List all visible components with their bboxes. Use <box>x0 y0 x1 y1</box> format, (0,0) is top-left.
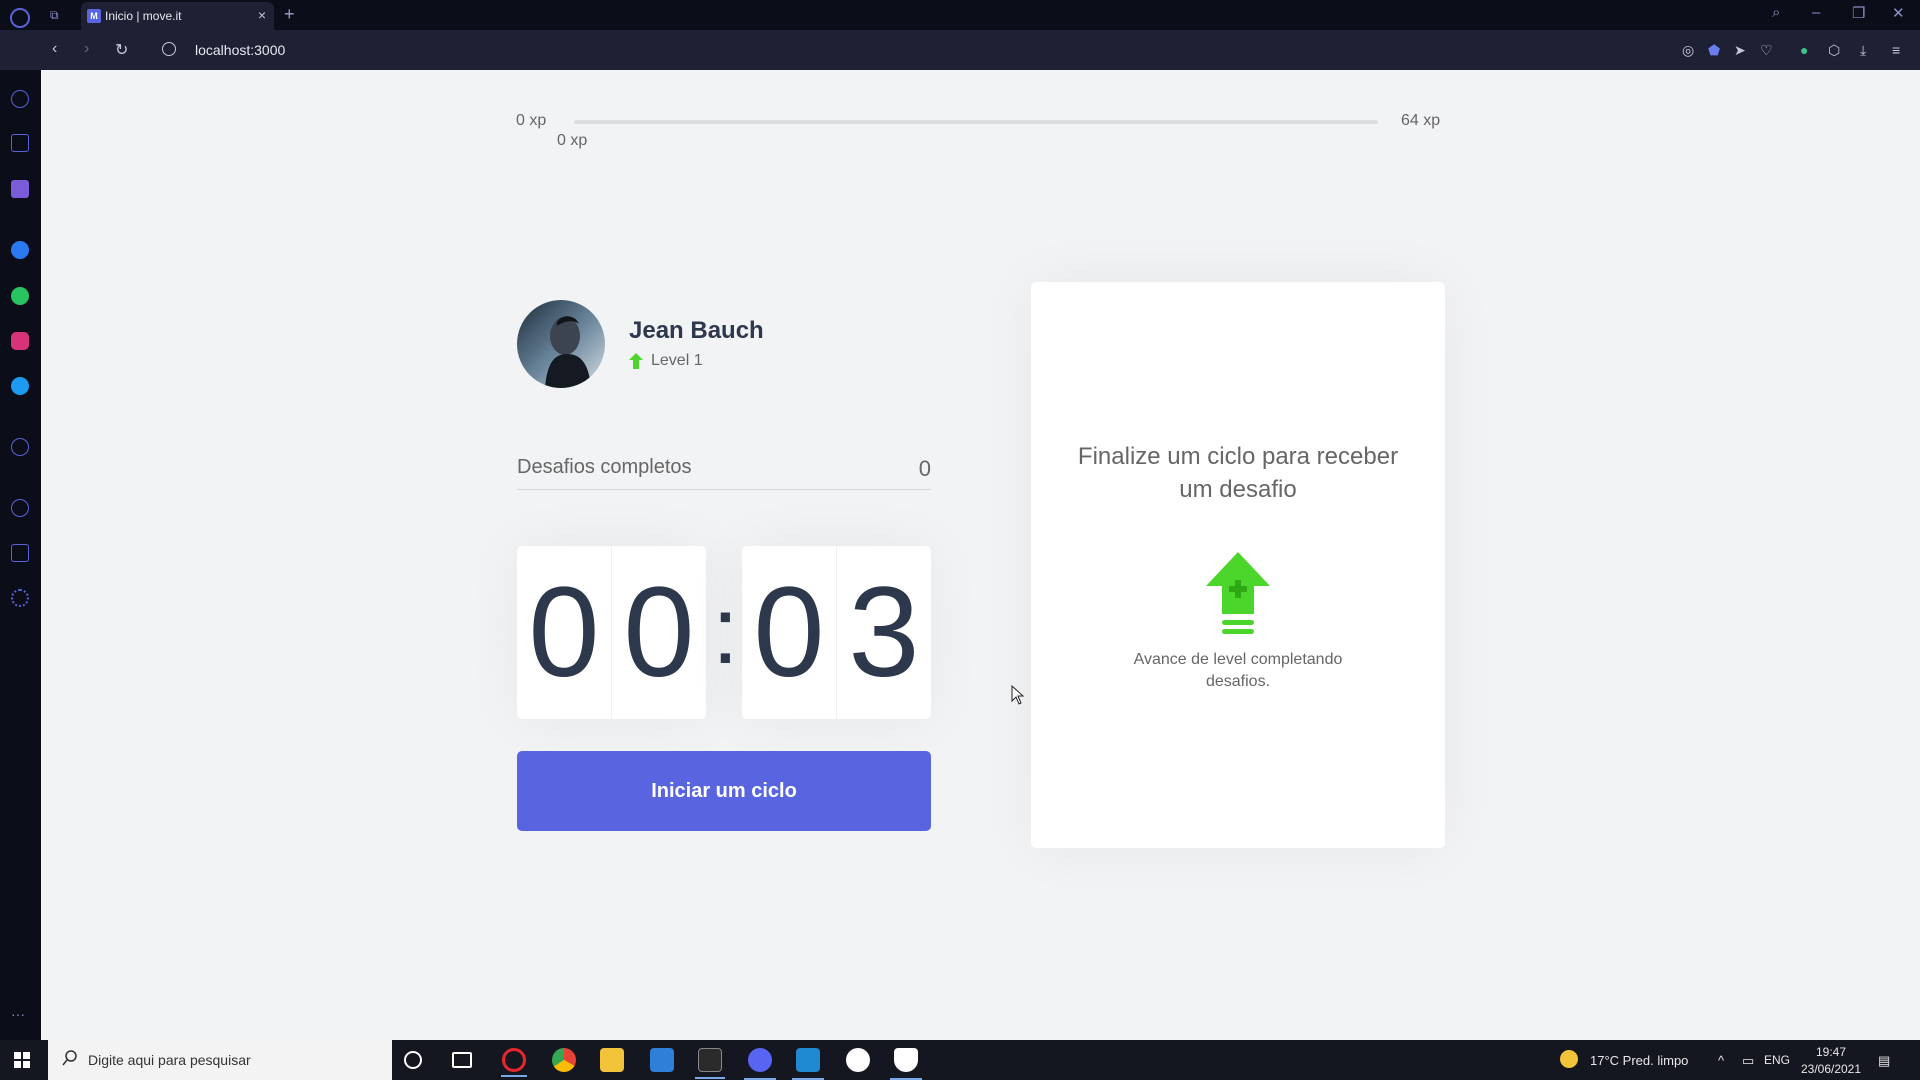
search-icon <box>62 1050 77 1066</box>
back-icon[interactable]: ‹ <box>52 40 57 58</box>
avatar-portrait-icon <box>545 316 591 388</box>
extension-icon[interactable]: ● <box>1800 42 1808 58</box>
weather-moon-icon[interactable] <box>1560 1050 1578 1068</box>
messenger-icon[interactable] <box>11 241 29 259</box>
new-tab-button[interactable]: + <box>284 4 295 25</box>
clock-time[interactable]: 19:47 <box>1803 1045 1859 1059</box>
page: 0 xp 0 xp 64 xp Jean Bauch Level 1 Desaf… <box>41 70 1920 1040</box>
challenge-box-title: Finalize um ciclo para receber um desafi… <box>1077 443 1399 503</box>
file-explorer-icon[interactable] <box>600 1048 624 1072</box>
settings-icon[interactable] <box>11 589 29 607</box>
browser-tab[interactable]: M Inicio | move.it × <box>81 2 274 30</box>
tray-chevron-icon[interactable]: ^ <box>1718 1053 1724 1068</box>
close-tab-icon[interactable]: × <box>258 7 266 23</box>
close-window-icon[interactable]: ✕ <box>1892 4 1905 22</box>
instagram-icon[interactable] <box>11 332 29 350</box>
xp-progress-bar <box>574 120 1378 124</box>
user-name: Jean Bauch <box>629 317 764 344</box>
send-icon[interactable]: ➤ <box>1734 42 1746 59</box>
favicon-icon: M <box>87 9 101 23</box>
cube-icon[interactable]: ⬡ <box>1828 42 1840 59</box>
terminal-icon[interactable] <box>695 1048 725 1079</box>
user-level: Level 1 <box>629 352 703 370</box>
language-indicator[interactable]: ENG <box>1764 1053 1790 1067</box>
challenge-box: Finalize um ciclo para receber um desafi… <box>1031 282 1445 848</box>
xp-start-label: 0 xp <box>516 112 547 129</box>
avatar <box>517 300 605 388</box>
mouse-cursor-icon <box>1011 685 1025 705</box>
camera-icon[interactable]: ◎ <box>1682 42 1694 59</box>
xp-current-label: 0 xp <box>557 132 588 149</box>
xbox-icon[interactable] <box>846 1048 870 1072</box>
restore-icon[interactable]: ❐ <box>1852 4 1865 22</box>
twitter-icon[interactable] <box>11 377 29 395</box>
completed-challenges: Desafios completos 0 <box>517 446 931 490</box>
tab-title: Inicio | move.it <box>105 9 182 23</box>
whatsapp-icon[interactable] <box>11 287 29 305</box>
countdown: 0 0 : 0 3 <box>517 546 931 719</box>
vscode-icon[interactable] <box>792 1048 824 1080</box>
level-label: Level 1 <box>651 352 703 369</box>
minimize-icon[interactable]: – <box>1812 4 1820 21</box>
twitch-icon[interactable] <box>11 180 29 198</box>
countdown-seconds: 0 3 <box>742 546 931 719</box>
cortana-icon[interactable] <box>404 1051 422 1069</box>
opera-logo-icon[interactable] <box>10 8 30 28</box>
opera-taskbar-icon[interactable] <box>501 1048 527 1077</box>
level-up-icon <box>1206 552 1270 634</box>
network-icon[interactable]: ▭ <box>1742 1053 1754 1069</box>
address-bar: ‹ › ↻ <box>0 30 1920 70</box>
completed-challenges-label: Desafios completos <box>517 456 692 478</box>
minute-units-digit: 0 <box>623 561 695 704</box>
minute-tens-digit: 0 <box>517 546 612 719</box>
browser-tab-bar: ⧉ M Inicio | move.it × + ⌕ – ❐ ✕ <box>0 0 1920 30</box>
countdown-minutes: 0 0 <box>517 546 706 719</box>
countdown-separator: : <box>712 577 739 684</box>
opera-sidebar: ··· <box>0 70 41 1040</box>
weather-text[interactable]: 17°C Pred. limpo <box>1590 1053 1688 1068</box>
extensions-icon[interactable] <box>11 544 29 562</box>
task-view-icon[interactable] <box>452 1052 472 1068</box>
heart-icon[interactable]: ♡ <box>1760 42 1773 59</box>
taskbar-search-box[interactable]: Digite aqui para pesquisar <box>48 1040 392 1080</box>
second-tens-digit: 0 <box>742 546 837 719</box>
completed-challenges-count: 0 <box>918 456 931 481</box>
search-tabs-icon[interactable]: ⌕ <box>1772 4 1780 21</box>
mail-icon[interactable] <box>650 1048 674 1072</box>
xp-end-label: 64 xp <box>1401 112 1441 129</box>
download-icon[interactable]: ⤓ <box>1860 42 1866 59</box>
menu-icon[interactable]: ≡ <box>1892 42 1900 58</box>
windows-taskbar: Digite aqui para pesquisar 17°C Pred. li… <box>0 1040 1920 1080</box>
start-cycle-button[interactable]: Iniciar um ciclo <box>517 751 931 831</box>
level-arrow-icon <box>629 353 643 369</box>
player-icon[interactable] <box>11 438 29 456</box>
globe-icon <box>162 42 176 56</box>
reload-icon[interactable]: ↻ <box>115 40 128 60</box>
clock-date[interactable]: 23/06/2021 <box>1797 1062 1865 1076</box>
taskbar-search-placeholder: Digite aqui para pesquisar <box>88 1052 251 1068</box>
more-icon[interactable]: ··· <box>11 1006 25 1022</box>
windows-start-icon[interactable] <box>14 1052 30 1068</box>
tab-snap-icon[interactable]: ⧉ <box>50 8 66 22</box>
url-field[interactable]: localhost:3000 <box>195 42 285 58</box>
discord-icon[interactable] <box>744 1048 776 1080</box>
challenge-box-text: Avance de level completando desafios. <box>1133 651 1343 690</box>
notifications-icon[interactable]: ▤ <box>1878 1053 1890 1069</box>
speed-dial-icon[interactable] <box>11 90 29 108</box>
vpn-shield-icon[interactable]: ⬟ <box>1708 42 1720 59</box>
chrome-icon[interactable] <box>552 1048 576 1072</box>
second-units-digit: 3 <box>848 561 920 704</box>
security-shield-icon[interactable] <box>890 1048 922 1080</box>
history-icon[interactable] <box>11 499 29 517</box>
forward-icon[interactable]: › <box>84 40 89 58</box>
bag-icon[interactable] <box>11 134 29 152</box>
